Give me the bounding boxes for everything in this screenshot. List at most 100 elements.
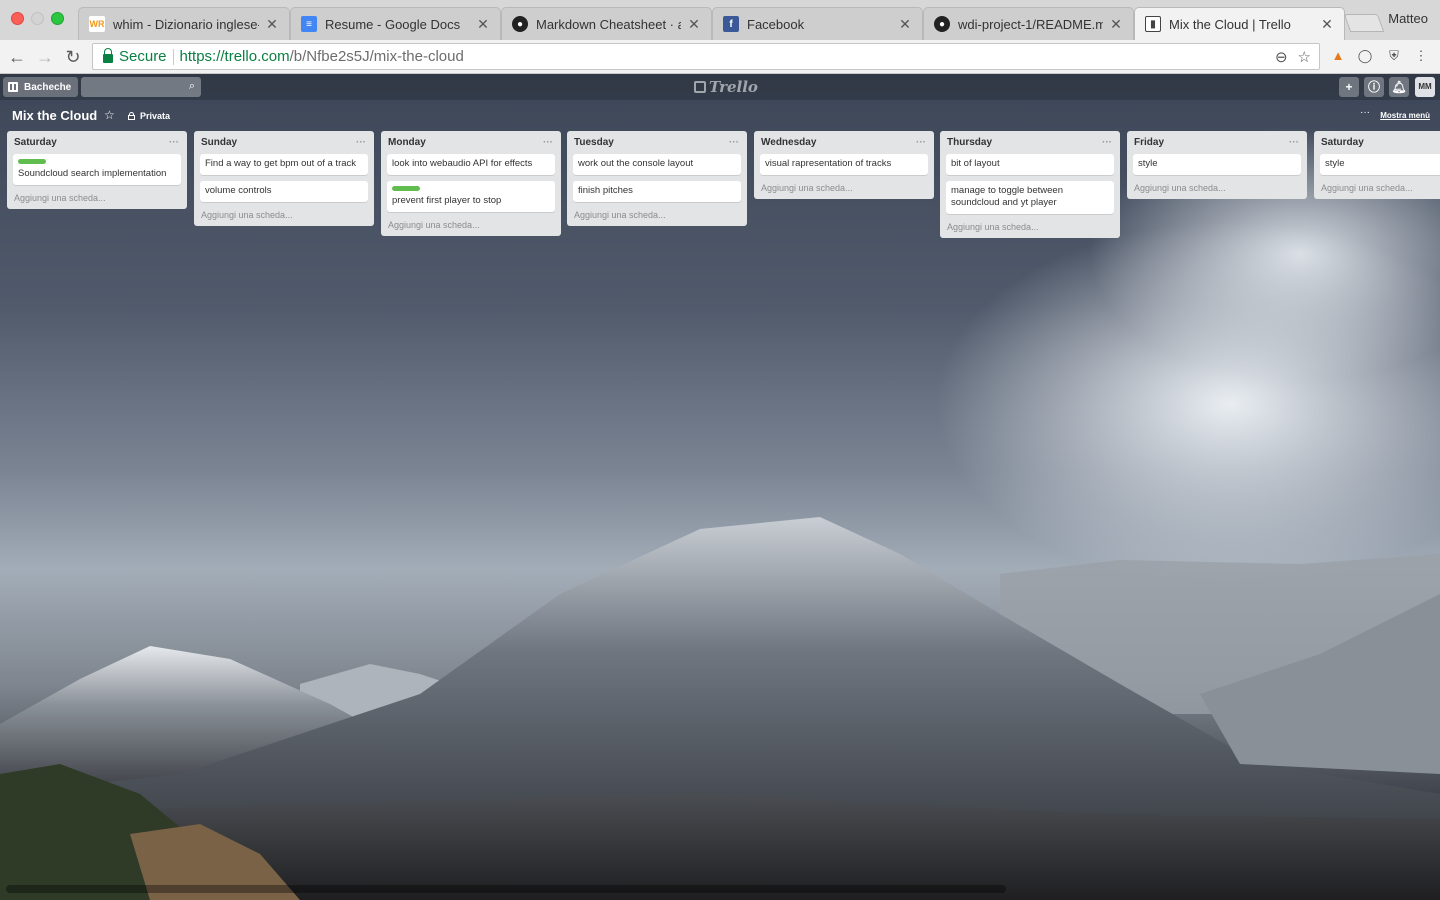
- list-menu-icon[interactable]: ···: [729, 137, 739, 148]
- address-bar[interactable]: Secure https://trello.com/b/Nfbe2s5J/mix…: [92, 43, 1320, 70]
- more-dots-icon[interactable]: ···: [1360, 107, 1370, 118]
- list-tuesday: Tuesday ··· work out the console layout …: [567, 131, 747, 226]
- list-saturday: Saturday ··· Soundcloud search implement…: [7, 131, 187, 209]
- card[interactable]: Soundcloud search implementation: [13, 154, 181, 185]
- browser-tab-active[interactable]: ▮ Mix the Cloud | Trello ✕: [1134, 7, 1345, 40]
- card-text: visual rapresentation of tracks: [765, 158, 892, 169]
- browser-tab[interactable]: WR whim - Dizionario inglese-it ✕: [78, 7, 290, 40]
- list-title: Saturday: [14, 137, 57, 148]
- add-card-link[interactable]: Aggiungi una scheda...: [573, 208, 741, 220]
- bookmark-star-icon[interactable]: ☆: [1298, 48, 1311, 66]
- list-header[interactable]: Saturday ···: [13, 131, 181, 154]
- shield-icon[interactable]: ⛨: [1385, 47, 1403, 65]
- tab-label: Resume - Google Docs: [325, 16, 461, 32]
- star-icon[interactable]: ☆: [104, 108, 115, 122]
- tab-strip: WR whim - Dizionario inglese-it ✕ ≡ Resu…: [0, 0, 1440, 40]
- show-menu-link[interactable]: Mostra menù: [1380, 111, 1430, 120]
- new-tab-button[interactable]: [1343, 14, 1385, 32]
- card[interactable]: visual rapresentation of tracks: [760, 154, 928, 175]
- close-tab-icon[interactable]: ✕: [898, 17, 912, 31]
- close-window-button[interactable]: [11, 12, 24, 25]
- list-menu-icon[interactable]: ···: [169, 137, 179, 148]
- add-icon[interactable]: +: [1339, 77, 1359, 97]
- divider: [172, 48, 174, 65]
- list-thursday: Thursday ··· bit of layout manage to tog…: [940, 131, 1120, 238]
- list-saturday-2: Saturday style Aggiungi una scheda...: [1314, 131, 1440, 199]
- card-text: Soundcloud search implementation: [18, 168, 167, 179]
- card[interactable]: bit of layout: [946, 154, 1114, 175]
- add-card-link[interactable]: Aggiungi una scheda...: [946, 220, 1114, 232]
- reload-icon[interactable]: ↻: [61, 45, 85, 69]
- list-sunday: Sunday ··· Find a way to get bpm out of …: [194, 131, 374, 226]
- add-card-link[interactable]: Aggiungi una scheda...: [1320, 181, 1440, 193]
- card[interactable]: look into webaudio API for effects: [387, 154, 555, 175]
- list-header[interactable]: Tuesday ···: [573, 131, 741, 154]
- list-menu-icon[interactable]: ···: [356, 137, 366, 148]
- card-text: manage to toggle between soundcloud and …: [951, 185, 1063, 208]
- card[interactable]: style: [1320, 154, 1440, 175]
- list-header[interactable]: Sunday ···: [200, 131, 368, 154]
- privacy-label: Privata: [140, 111, 171, 121]
- search-icon: ⌕: [188, 80, 195, 92]
- browser-tab[interactable]: ≡ Resume - Google Docs ✕: [290, 7, 501, 40]
- minimize-window-button[interactable]: [31, 12, 44, 25]
- list-header[interactable]: Friday ···: [1133, 131, 1301, 154]
- list-friday: Friday ··· style Aggiungi una scheda...: [1127, 131, 1307, 199]
- back-arrow-icon[interactable]: ←: [5, 45, 29, 69]
- list-menu-icon[interactable]: ···: [1102, 137, 1112, 148]
- card[interactable]: work out the console layout: [573, 154, 741, 175]
- card[interactable]: Find a way to get bpm out of a track: [200, 154, 368, 175]
- board-search-input[interactable]: ⌕: [81, 77, 201, 97]
- avatar[interactable]: MM: [1415, 77, 1435, 97]
- lock-icon: [103, 48, 113, 63]
- list-menu-icon[interactable]: ···: [916, 137, 926, 148]
- zoom-icon[interactable]: ⊖: [1275, 48, 1288, 66]
- close-tab-icon[interactable]: ✕: [687, 17, 701, 31]
- extension-icon[interactable]: ◯: [1356, 47, 1374, 65]
- browser-tab[interactable]: f Facebook ✕: [712, 7, 923, 40]
- card[interactable]: finish pitches: [573, 181, 741, 202]
- trello-logo-icon: [694, 81, 706, 93]
- card[interactable]: volume controls: [200, 181, 368, 202]
- board-title[interactable]: Mix the Cloud: [12, 108, 97, 123]
- card[interactable]: manage to toggle between soundcloud and …: [946, 181, 1114, 214]
- close-tab-icon[interactable]: ✕: [265, 17, 279, 31]
- info-icon[interactable]: ⓘ: [1364, 77, 1384, 97]
- list-header[interactable]: Saturday: [1320, 131, 1440, 154]
- add-card-link[interactable]: Aggiungi una scheda...: [200, 208, 368, 220]
- browser-toolbar: ← → ↻ Secure https://trello.com/b/Nfbe2s…: [0, 40, 1440, 74]
- list-header[interactable]: Monday ···: [387, 131, 555, 154]
- list-header[interactable]: Wednesday ···: [760, 131, 928, 154]
- secure-label: Secure: [119, 48, 167, 65]
- forward-arrow-icon[interactable]: →: [33, 45, 57, 69]
- list-title: Wednesday: [761, 137, 817, 148]
- profile-name[interactable]: Matteo: [1388, 11, 1428, 26]
- list-monday: Monday ··· look into webaudio API for ef…: [381, 131, 561, 236]
- trello-logo[interactable]: Trello: [694, 78, 758, 96]
- maximize-window-button[interactable]: [51, 12, 64, 25]
- add-card-link[interactable]: Aggiungi una scheda...: [760, 181, 928, 193]
- horizontal-scrollbar[interactable]: [6, 885, 1006, 893]
- boards-button[interactable]: Bacheche: [3, 77, 79, 97]
- list-header[interactable]: Thursday ···: [946, 131, 1114, 154]
- add-card-link[interactable]: Aggiungi una scheda...: [13, 191, 181, 203]
- notification-bell-icon[interactable]: 🔔︎: [1389, 77, 1409, 97]
- tab-label: Facebook: [747, 16, 805, 32]
- card[interactable]: prevent first player to stop: [387, 181, 555, 212]
- close-tab-icon[interactable]: ✕: [1320, 17, 1334, 31]
- add-card-link[interactable]: Aggiungi una scheda...: [387, 218, 555, 230]
- browser-tab[interactable]: ● wdi-project-1/README.md ✕: [923, 7, 1134, 40]
- close-tab-icon[interactable]: ✕: [476, 17, 490, 31]
- close-tab-icon[interactable]: ✕: [1109, 17, 1123, 31]
- list-menu-icon[interactable]: ···: [1289, 137, 1299, 148]
- list-menu-icon[interactable]: ···: [543, 137, 553, 148]
- card-label-green: [392, 186, 420, 191]
- docs-icon: ≡: [301, 16, 317, 32]
- kebab-menu-icon[interactable]: ⋮: [1412, 47, 1430, 65]
- add-card-link[interactable]: Aggiungi una scheda...: [1133, 181, 1301, 193]
- privacy-toggle[interactable]: Privata: [128, 111, 170, 121]
- card[interactable]: style: [1133, 154, 1301, 175]
- browser-tab[interactable]: ● Markdown Cheatsheet · ada ✕: [501, 7, 712, 40]
- extension-icon[interactable]: ▲: [1329, 47, 1347, 65]
- boards-label: Bacheche: [24, 81, 72, 93]
